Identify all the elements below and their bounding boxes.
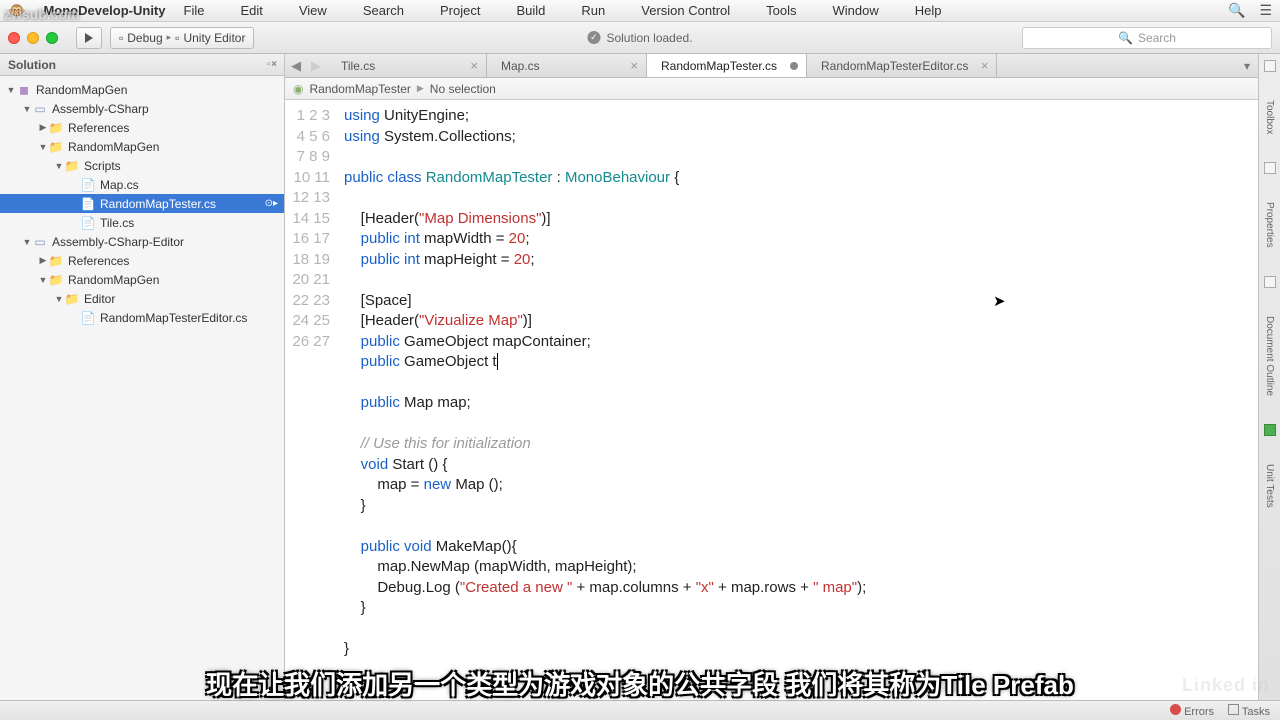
close-icon[interactable] — [8, 32, 20, 44]
tree-item-references[interactable]: ▶📁References — [0, 251, 284, 270]
list-icon[interactable]: ☰ — [1259, 2, 1272, 19]
menu-view[interactable]: View — [299, 3, 327, 18]
rail-toolbox[interactable]: Toolbox — [1264, 100, 1275, 134]
code-content[interactable]: using UnityEngine; using System.Collecti… — [340, 100, 1258, 700]
tab-tile-cs[interactable]: Tile.cs× — [327, 54, 487, 77]
tree-item-references[interactable]: ▶📁References — [0, 118, 284, 137]
menu-build[interactable]: Build — [516, 3, 545, 18]
tab-map-cs[interactable]: Map.cs× — [487, 54, 647, 77]
menu-window[interactable]: Window — [833, 3, 879, 18]
menu-project[interactable]: Project — [440, 3, 480, 18]
panel-options-icon[interactable]: ▫ × — [267, 59, 276, 70]
minimize-icon[interactable] — [27, 32, 39, 44]
solution-tree[interactable]: ▼◼RandomMapGen▼▭Assembly-CSharp▶📁Referen… — [0, 76, 284, 331]
toolbar: ▫ Debug ▸ ▫ Unity Editor ✓Solution loade… — [0, 22, 1280, 54]
search-input[interactable]: 🔍 Search — [1022, 27, 1272, 49]
error-icon — [1170, 704, 1181, 715]
tasks-button[interactable]: Tasks — [1228, 704, 1270, 718]
search-icon[interactable]: 🔍 — [1228, 2, 1245, 19]
tree-item-assembly-csharp[interactable]: ▼▭Assembly-CSharp — [0, 99, 284, 118]
menu-search[interactable]: Search — [363, 3, 404, 18]
check-icon: ✓ — [587, 31, 600, 44]
tab-overflow-icon[interactable]: ▾ — [1236, 54, 1258, 77]
tab-randommaptestereditor-cs[interactable]: RandomMapTesterEditor.cs× — [807, 54, 997, 77]
menu-edit[interactable]: Edit — [240, 3, 262, 18]
code-editor[interactable]: 1 2 3 4 5 6 7 8 9 10 11 12 13 14 15 16 1… — [285, 100, 1258, 700]
rail-icon-3[interactable] — [1264, 424, 1276, 436]
play-icon — [85, 33, 93, 43]
apple-logo-icon: 🐵 — [8, 2, 25, 19]
rail-document-outline[interactable]: Document Outline — [1264, 316, 1275, 396]
tree-item-randommapgen[interactable]: ▼◼RandomMapGen — [0, 80, 284, 99]
zoom-icon[interactable] — [46, 32, 58, 44]
tab-randommaptester-cs[interactable]: RandomMapTester.cs — [647, 54, 807, 77]
tree-item-map-cs[interactable]: 📄Map.cs — [0, 175, 284, 194]
nav-fwd-icon[interactable]: ▶ — [311, 58, 321, 74]
tree-item-assembly-csharp-editor[interactable]: ▼▭Assembly-CSharp-Editor — [0, 232, 284, 251]
status-bar: Errors Tasks — [0, 700, 1280, 720]
line-gutter: 1 2 3 4 5 6 7 8 9 10 11 12 13 14 15 16 1… — [285, 100, 340, 700]
app-name: MonoDevelop-Unity — [43, 3, 165, 18]
nav-back-icon[interactable]: ◀ — [291, 58, 301, 74]
task-icon — [1228, 704, 1239, 715]
menu-run[interactable]: Run — [581, 3, 605, 18]
tree-item-scripts[interactable]: ▼📁Scripts — [0, 156, 284, 175]
right-rail: Toolbox Properties Document Outline Unit Te… — [1258, 54, 1280, 700]
tree-item-randommapgen[interactable]: ▼📁RandomMapGen — [0, 270, 284, 289]
window-controls — [8, 32, 58, 44]
tree-item-editor[interactable]: ▼📁Editor — [0, 289, 284, 308]
tree-item-randommapgen[interactable]: ▼📁RandomMapGen — [0, 137, 284, 156]
tab-bar: ◀ ▶ Tile.cs×Map.cs×RandomMapTester.csRan… — [285, 54, 1258, 78]
tree-item-randommaptester-cs[interactable]: 📄RandomMapTester.cs⊙▸ — [0, 194, 284, 213]
menu-version-control[interactable]: Version Control — [641, 3, 730, 18]
menu-help[interactable]: Help — [915, 3, 942, 18]
close-tab-icon[interactable]: × — [981, 58, 989, 73]
solution-status: ✓Solution loaded. — [587, 31, 692, 45]
close-tab-icon[interactable]: × — [470, 58, 478, 73]
rail-icon-1[interactable] — [1264, 162, 1276, 174]
rail-icon-2[interactable] — [1264, 276, 1276, 288]
close-tab-icon[interactable]: × — [630, 58, 638, 73]
rail-unit-tests[interactable]: Unit Tests — [1264, 464, 1275, 508]
menu-file[interactable]: File — [184, 3, 205, 18]
tree-item-tile-cs[interactable]: 📄Tile.cs — [0, 213, 284, 232]
dirty-icon — [790, 62, 798, 70]
menu-tools[interactable]: Tools — [766, 3, 796, 18]
editor-area: ◀ ▶ Tile.cs×Map.cs×RandomMapTester.csRan… — [285, 54, 1258, 700]
solution-panel: Solution ▫ × ▼◼RandomMapGen▼▭Assembly-CS… — [0, 54, 285, 700]
class-icon: ◉ — [293, 82, 303, 96]
rail-icon-0[interactable] — [1264, 60, 1276, 72]
panel-header: Solution ▫ × — [0, 54, 284, 76]
tree-item-randommaptestereditor-cs[interactable]: 📄RandomMapTesterEditor.cs — [0, 308, 284, 327]
chevron-right-icon: ▶ — [417, 83, 424, 94]
breadcrumb-detail: No selection — [430, 82, 496, 96]
run-button[interactable] — [76, 27, 102, 49]
errors-button[interactable]: Errors — [1170, 704, 1214, 718]
breadcrumb[interactable]: ◉ RandomMapTester ▶ No selection — [285, 78, 1258, 100]
menubar: 🐵 MonoDevelop-Unity File Edit View Search Pr… — [0, 0, 1280, 22]
rail-properties[interactable]: Properties — [1264, 202, 1275, 248]
config-selector[interactable]: ▫ Debug ▸ ▫ Unity Editor — [110, 27, 254, 49]
breadcrumb-class: RandomMapTester — [309, 82, 410, 96]
